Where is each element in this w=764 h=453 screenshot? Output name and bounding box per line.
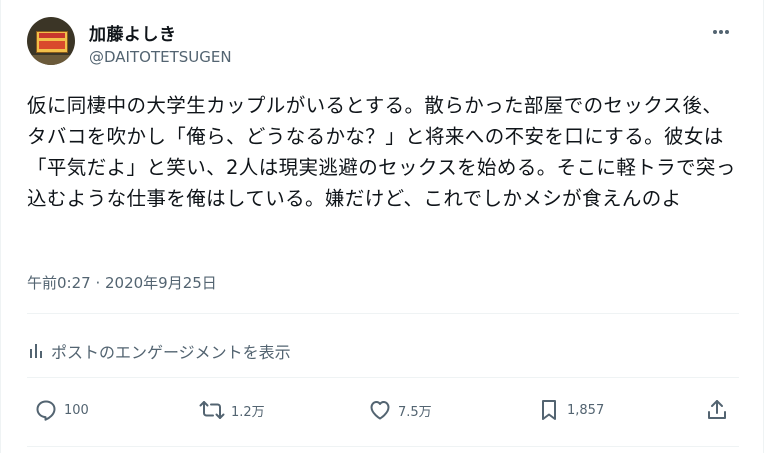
repost-arrows-icon: [199, 398, 225, 422]
divider: [27, 377, 739, 378]
divider: [27, 313, 739, 314]
view-engagement-link[interactable]: ポストのエンゲージメントを表示: [27, 339, 291, 363]
tweet-timestamp[interactable]: 午前0:27 · 2020年9月25日: [27, 272, 217, 293]
bar-chart-icon: [27, 341, 47, 361]
bookmark-icon: [537, 398, 561, 422]
author-handle[interactable]: @DAITOTETSUGEN: [89, 48, 232, 66]
tweet-card: 加藤よしき @DAITOTETSUGEN 仮に同棲中の大学生カップルがいるとする…: [0, 0, 764, 453]
bookmark-button[interactable]: 1,857: [537, 398, 604, 422]
heart-icon: [368, 398, 392, 422]
more-options-button[interactable]: [706, 20, 736, 44]
tweet-text: 仮に同棲中の大学生カップルがいるとする。散らかった部屋でのセックス後、タバコを吹…: [27, 94, 736, 210]
repost-button[interactable]: 1.2万: [199, 398, 265, 422]
repost-count: 1.2万: [231, 404, 265, 420]
share-button[interactable]: [705, 398, 729, 422]
divider: [27, 446, 739, 447]
bookmark-count: 1,857: [567, 402, 605, 418]
like-count: 7.5万: [398, 404, 432, 420]
view-engagement-label: ポストのエンゲージメントを表示: [51, 343, 291, 362]
reply-button[interactable]: 100: [34, 398, 89, 422]
author-display-name[interactable]: 加藤よしき: [89, 20, 177, 45]
more-horizontal-icon: [706, 20, 736, 44]
share-upload-icon: [705, 398, 729, 422]
avatar[interactable]: [27, 17, 75, 65]
like-button[interactable]: 7.5万: [368, 398, 432, 422]
reply-bubble-icon: [34, 398, 58, 422]
reply-count: 100: [64, 402, 89, 418]
